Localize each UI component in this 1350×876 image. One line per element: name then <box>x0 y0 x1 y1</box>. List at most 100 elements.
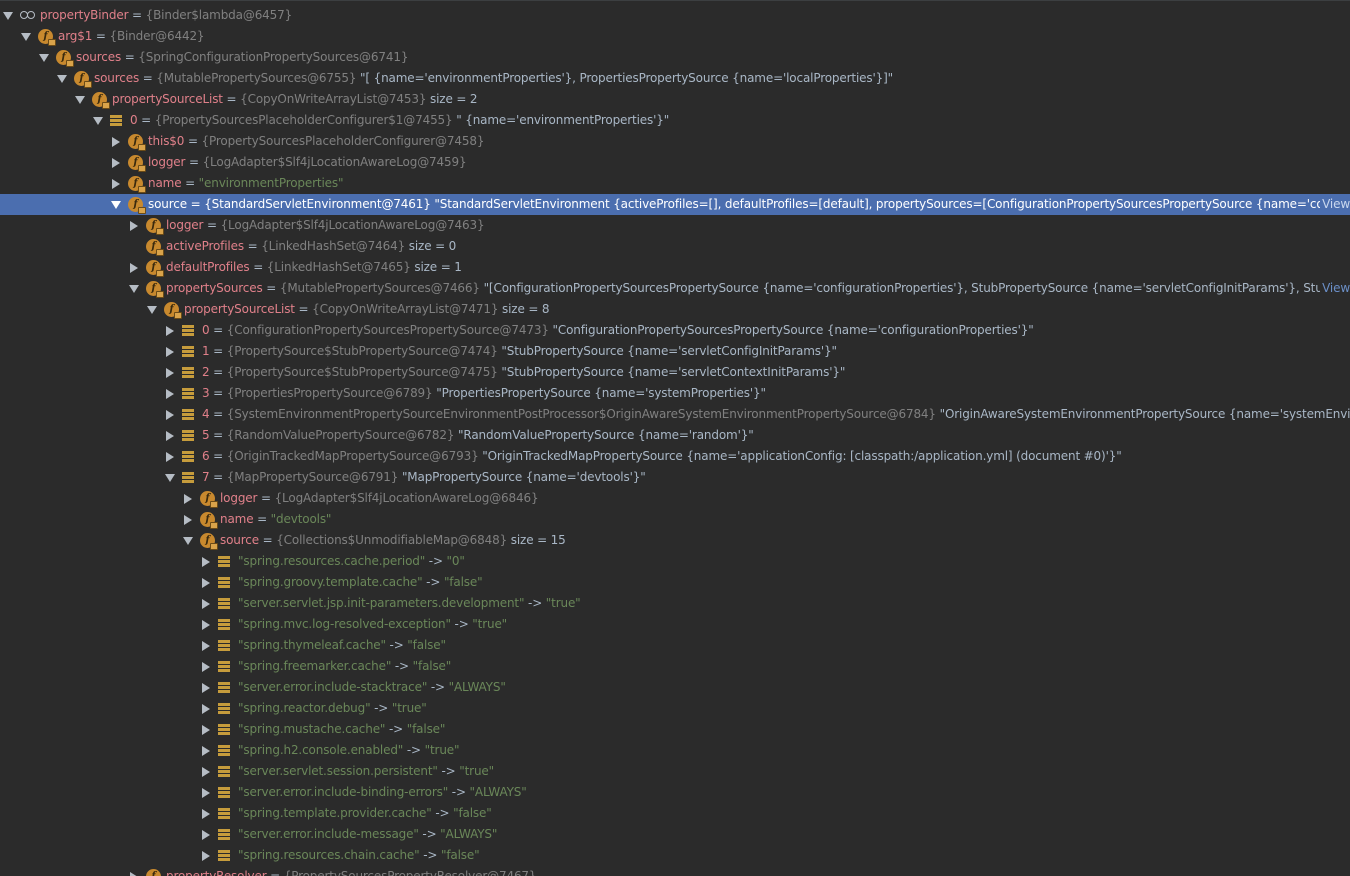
variable-row[interactable]: 4 = {SystemEnvironmentPropertySourceEnvi… <box>0 404 1350 425</box>
map-entry-row[interactable]: "spring.freemarker.cache" -> "false" <box>0 656 1350 677</box>
variable-row[interactable]: 7 = {MapPropertySource@6791} "MapPropert… <box>0 467 1350 488</box>
variable-row[interactable]: 0 = {ConfigurationPropertySourcesPropert… <box>0 320 1350 341</box>
expand-arrow-icon[interactable] <box>182 488 194 509</box>
expand-arrow-icon[interactable] <box>200 635 212 656</box>
expand-arrow-icon[interactable] <box>110 131 122 152</box>
variable-row[interactable]: f arg$1 = {Binder@6442} <box>0 26 1350 47</box>
collapse-arrow-icon[interactable] <box>146 299 158 320</box>
variable-type: {ConfigurationPropertySourcesPropertySou… <box>226 323 549 337</box>
expand-arrow-icon[interactable] <box>200 677 212 698</box>
expand-arrow-icon[interactable] <box>110 152 122 173</box>
variable-row[interactable]: f activeProfiles = {LinkedHashSet@7464} s… <box>0 236 1350 257</box>
collapse-arrow-icon[interactable] <box>2 5 14 26</box>
array-icon <box>218 829 230 840</box>
variable-type: {CopyOnWriteArrayList@7471} <box>312 302 499 316</box>
variable-row[interactable]: 1 = {PropertySource$StubPropertySource@7… <box>0 341 1350 362</box>
variable-row[interactable]: f propertyResolver = {PropertySourcesProp… <box>0 866 1350 876</box>
expand-arrow-icon[interactable] <box>128 866 140 876</box>
map-entry-row[interactable]: "spring.mustache.cache" -> "false" <box>0 719 1350 740</box>
expand-arrow-icon[interactable] <box>200 824 212 845</box>
variable-row[interactable]: 6 = {OriginTrackedMapPropertySource@6793… <box>0 446 1350 467</box>
expand-arrow-icon[interactable] <box>200 572 212 593</box>
variable-row[interactable]: f sources = {MutablePropertySources@6755}… <box>0 68 1350 89</box>
view-link[interactable]: View <box>1320 194 1350 215</box>
equals-sign: = <box>209 323 227 337</box>
expand-arrow-icon[interactable] <box>200 782 212 803</box>
expand-arrow-icon[interactable] <box>200 593 212 614</box>
collapse-arrow-icon[interactable] <box>74 89 86 110</box>
variable-name: sources <box>94 71 140 85</box>
watch-icon <box>20 11 36 20</box>
expand-arrow-icon[interactable] <box>200 845 212 866</box>
variable-row[interactable]: f logger = {LogAdapter$Slf4jLocationAware… <box>0 215 1350 236</box>
map-entry-row[interactable]: "spring.template.provider.cache" -> "fal… <box>0 803 1350 824</box>
field-icon: f <box>146 239 164 256</box>
map-entry-row[interactable]: "spring.thymeleaf.cache" -> "false" <box>0 635 1350 656</box>
expand-arrow-icon[interactable] <box>200 719 212 740</box>
field-icon: f <box>128 176 146 193</box>
expand-arrow-icon[interactable] <box>164 425 176 446</box>
entry-arrow: -> <box>419 848 441 862</box>
expand-arrow-icon[interactable] <box>128 215 140 236</box>
expand-arrow-icon[interactable] <box>200 614 212 635</box>
map-entry-row[interactable]: "spring.mvc.log-resolved-exception" -> "… <box>0 614 1350 635</box>
expand-arrow-icon[interactable] <box>164 383 176 404</box>
collapse-arrow-icon[interactable] <box>164 467 176 488</box>
map-entry-row[interactable]: "spring.h2.console.enabled" -> "true" <box>0 740 1350 761</box>
variable-row[interactable]: f this$0 = {PropertySourcesPlaceholderCon… <box>0 131 1350 152</box>
expand-arrow-icon[interactable] <box>200 803 212 824</box>
map-entry-row[interactable]: "server.error.include-stacktrace" -> "AL… <box>0 677 1350 698</box>
expand-arrow-icon[interactable] <box>182 509 194 530</box>
map-entry-row[interactable]: "spring.groovy.template.cache" -> "false… <box>0 572 1350 593</box>
variable-value: size = 2 <box>430 92 478 106</box>
variable-name: 7 <box>202 470 210 484</box>
expand-arrow-icon[interactable] <box>200 698 212 719</box>
expand-arrow-icon[interactable] <box>164 404 176 425</box>
map-entry-row[interactable]: "server.error.include-message" -> "ALWAY… <box>0 824 1350 845</box>
debugger-variables-tree[interactable]: propertyBinder = {Binder$lambda@6457} fa… <box>0 0 1350 876</box>
variable-row[interactable]: 2 = {PropertySource$StubPropertySource@7… <box>0 362 1350 383</box>
variable-row[interactable]: 0 = {PropertySourcesPlaceholderConfigure… <box>0 110 1350 131</box>
collapse-arrow-icon[interactable] <box>92 110 104 131</box>
variable-row[interactable]: f sources = {SpringConfigurationPropertyS… <box>0 47 1350 68</box>
collapse-arrow-icon[interactable] <box>182 530 194 551</box>
variable-row[interactable]: f propertySourceList = {CopyOnWriteArrayL… <box>0 299 1350 320</box>
array-icon <box>182 325 194 336</box>
variable-row[interactable]: 5 = {RandomValuePropertySource@6782} "Ra… <box>0 425 1350 446</box>
variable-row[interactable]: f propertySources = {MutablePropertySourc… <box>0 278 1350 299</box>
expand-arrow-icon[interactable] <box>110 173 122 194</box>
map-entry-row[interactable]: "server.servlet.jsp.init-parameters.deve… <box>0 593 1350 614</box>
expand-arrow-icon[interactable] <box>200 761 212 782</box>
variable-name: logger <box>166 218 204 232</box>
variable-row[interactable]: f defaultProfiles = {LinkedHashSet@7465} … <box>0 257 1350 278</box>
map-entry-row[interactable]: "server.error.include-binding-errors" ->… <box>0 782 1350 803</box>
view-link[interactable]: View <box>1320 278 1350 299</box>
expand-arrow-icon[interactable] <box>164 320 176 341</box>
map-entry-row[interactable]: "spring.resources.cache.period" -> "0" <box>0 551 1350 572</box>
expand-arrow-icon[interactable] <box>164 362 176 383</box>
expand-arrow-icon[interactable] <box>200 551 212 572</box>
expand-arrow-icon[interactable] <box>164 341 176 362</box>
variable-row[interactable]: f logger = {LogAdapter$Slf4jLocationAware… <box>0 152 1350 173</box>
collapse-arrow-icon[interactable] <box>38 47 50 68</box>
collapse-arrow-icon[interactable] <box>128 278 140 299</box>
expand-arrow-icon[interactable] <box>200 656 212 677</box>
variable-row[interactable]: f propertySourceList = {CopyOnWriteArrayL… <box>0 89 1350 110</box>
variable-row[interactable]: f logger = {LogAdapter$Slf4jLocationAware… <box>0 488 1350 509</box>
collapse-arrow-icon[interactable] <box>56 68 68 89</box>
map-entry-row[interactable]: "spring.reactor.debug" -> "true" <box>0 698 1350 719</box>
collapse-arrow-icon[interactable] <box>20 26 32 47</box>
variable-value: "OriginAwareSystemEnvironmentPropertySou… <box>939 407 1350 421</box>
variable-row[interactable]: f name = "environmentProperties" <box>0 173 1350 194</box>
variable-row[interactable]: propertyBinder = {Binder$lambda@6457} <box>0 5 1350 26</box>
map-entry-row[interactable]: "spring.resources.chain.cache" -> "false… <box>0 845 1350 866</box>
variable-row[interactable]: 3 = {PropertiesPropertySource@6789} "Pro… <box>0 383 1350 404</box>
variable-row[interactable]: f source = {StandardServletEnvironment@74… <box>0 194 1350 215</box>
collapse-arrow-icon[interactable] <box>110 194 122 215</box>
expand-arrow-icon[interactable] <box>128 257 140 278</box>
expand-arrow-icon[interactable] <box>164 446 176 467</box>
map-entry-row[interactable]: "server.servlet.session.persistent" -> "… <box>0 761 1350 782</box>
variable-row[interactable]: f source = {Collections$UnmodifiableMap@6… <box>0 530 1350 551</box>
variable-row[interactable]: f name = "devtools" <box>0 509 1350 530</box>
expand-arrow-icon[interactable] <box>200 740 212 761</box>
